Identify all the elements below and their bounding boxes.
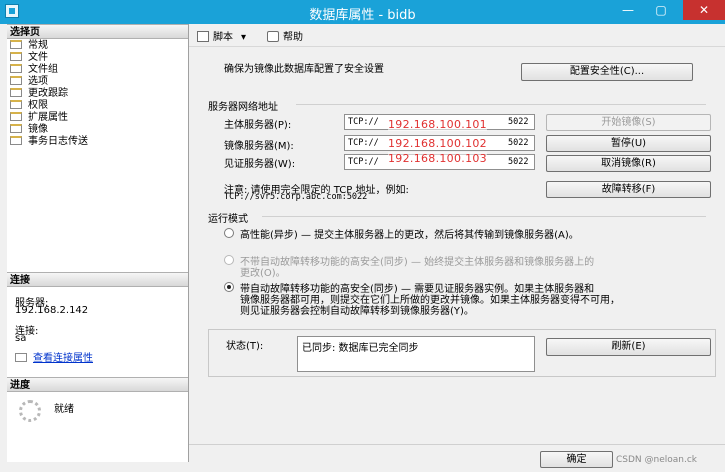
mode-high-safety-no-failover-label-1[interactable]: 不带自动故障转移功能的高安全(同步) — 始终提交主体服务器和镜像服务器上的 (240, 253, 594, 268)
mode-high-safety-no-failover-label-2[interactable]: 更改(O)。 (240, 264, 286, 279)
page-icon (10, 64, 22, 73)
configure-security-button[interactable]: 配置安全性(C)... (521, 63, 693, 81)
mode-high-performance-radio[interactable] (224, 228, 234, 238)
connection-value: sa (15, 333, 27, 344)
pause-button[interactable]: 暂停(U) (546, 135, 711, 152)
script-icon (197, 31, 209, 42)
operating-mode-header: 运行模式 (208, 214, 248, 225)
status-label: 状态(T): (226, 341, 264, 352)
chevron-down-icon[interactable]: ▾ (241, 32, 246, 43)
page-permissions[interactable]: 权限 (10, 100, 48, 112)
security-note: 确保为镜像此数据库配置了安全设置 (224, 64, 384, 75)
server-addresses-header: 服务器网络地址 (208, 102, 278, 113)
group-divider (296, 104, 706, 105)
page-icon (10, 40, 22, 49)
title-bar: 数据库属性 - bidb — ▢ ✕ (0, 0, 725, 24)
page-icon (10, 52, 22, 61)
failover-button[interactable]: 故障转移(F) (546, 181, 711, 198)
witness-ip-overlay: 192.168.100.103 (388, 152, 487, 165)
remove-mirroring-button[interactable]: 取消镜像(R) (546, 155, 711, 172)
script-button[interactable]: 脚本 ▾ (197, 28, 246, 43)
mode-high-safety-failover-radio[interactable] (224, 282, 234, 292)
help-icon (267, 31, 279, 42)
toolbar: 脚本 ▾ 帮助 (189, 24, 725, 47)
page-icon (10, 112, 22, 121)
page-files[interactable]: 文件 (10, 52, 48, 64)
progress-spinner-icon (19, 400, 41, 422)
page-extended-properties[interactable]: 扩展属性 (10, 112, 68, 124)
page-icon (10, 100, 22, 109)
maximize-button[interactable]: ▢ (648, 0, 674, 20)
refresh-button[interactable]: 刷新(E) (546, 338, 711, 356)
witness-label: 见证服务器(W): (224, 159, 296, 170)
help-button[interactable]: 帮助 (267, 28, 303, 43)
properties-icon (15, 353, 27, 362)
page-options[interactable]: 选项 (10, 76, 48, 88)
status-value: 已同步: 数据库已完全同步 (297, 336, 535, 372)
start-mirroring-button[interactable]: 开始镜像(S) (546, 114, 711, 131)
progress-header: 进度 (7, 377, 188, 392)
mode-high-performance-label[interactable]: 高性能(异步) — 提交主体服务器上的更改，然后将其传输到镜像服务器(A)。 (240, 226, 579, 241)
principal-ip-overlay: 192.168.100.101 (388, 118, 487, 131)
page-icon (10, 124, 22, 133)
page-change-tracking[interactable]: 更改跟踪 (10, 88, 68, 100)
ok-button[interactable]: 确定 (540, 451, 613, 468)
page-general[interactable]: 常规 (10, 40, 48, 52)
note-line-2: TCP://svr5.corp.abc.com:5022 (224, 192, 368, 202)
page-icon (10, 88, 22, 97)
page-filegroups[interactable]: 文件组 (10, 64, 58, 76)
server-value: 192.168.2.142 (15, 305, 89, 316)
mirror-ip-overlay: 192.168.100.102 (388, 137, 487, 150)
progress-status: 就绪 (54, 404, 74, 415)
group-divider (262, 216, 706, 217)
bottom-divider (189, 444, 725, 445)
minimize-button[interactable]: — (615, 0, 641, 20)
mode-high-safety-no-failover-radio[interactable] (224, 255, 234, 265)
select-page-header: 选择页 (7, 24, 188, 39)
mirror-label: 镜像服务器(M): (224, 141, 294, 152)
connection-header: 连接 (7, 272, 188, 287)
page-log-shipping[interactable]: 事务日志传送 (10, 136, 88, 148)
close-button[interactable]: ✕ (683, 0, 725, 20)
watermark: CSDN @neloan.ck (616, 455, 698, 465)
mode-high-safety-failover-label-3[interactable]: 则见证服务器会控制自动故障转移到镜像服务器(Y)。 (240, 302, 474, 317)
page-icon (10, 136, 22, 145)
page-mirroring[interactable]: 镜像 (10, 124, 48, 136)
principal-label: 主体服务器(P): (224, 120, 292, 131)
left-pane: 选择页 常规 文件 文件组 选项 更改跟踪 权限 扩展属性 镜像 事务日志传送 … (7, 24, 189, 462)
view-connection-link[interactable]: 查看连接属性 (15, 349, 93, 364)
page-icon (10, 76, 22, 85)
